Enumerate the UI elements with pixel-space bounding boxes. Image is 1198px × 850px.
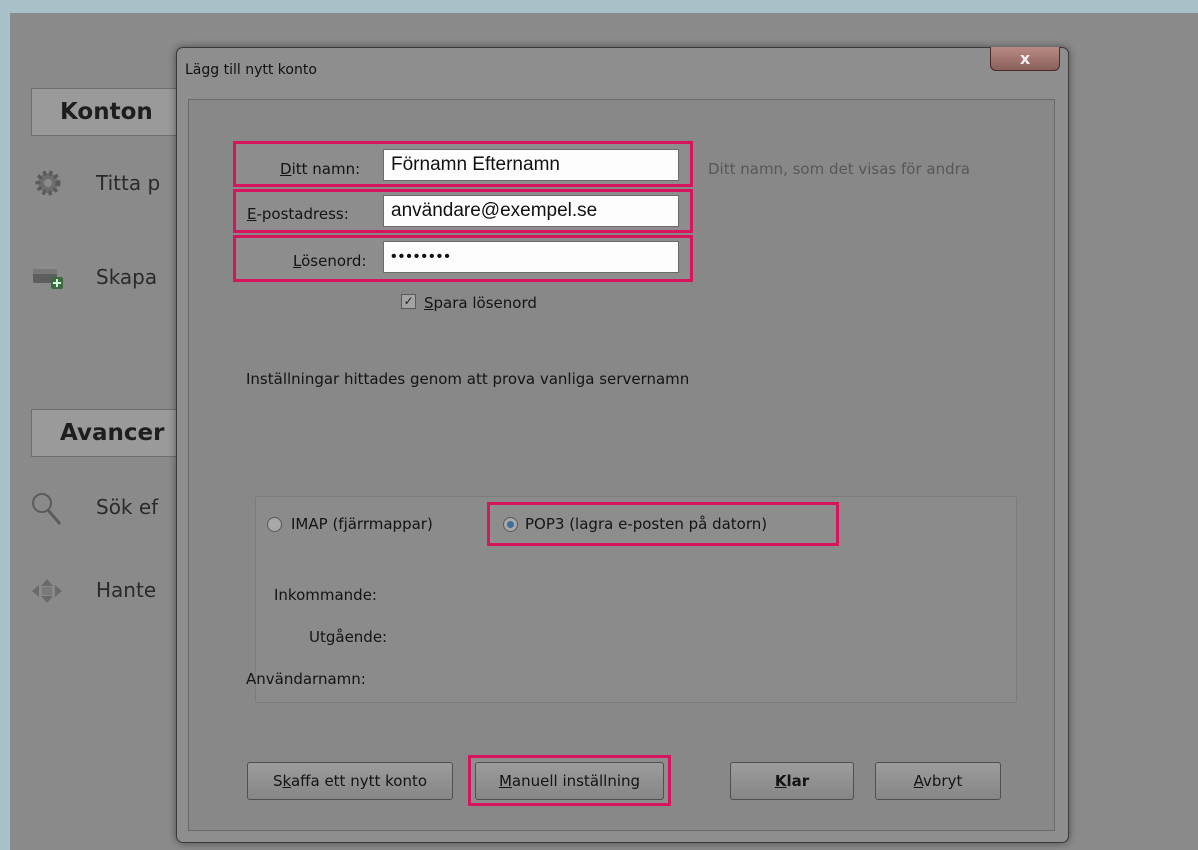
access-key: S [424,294,434,312]
label-part: lar [786,772,810,790]
bg-item-create[interactable]: Skapa [96,265,157,289]
new-account-button[interactable]: Skaffa ett nytt konto [247,762,453,800]
name-hint: Ditt namn, som det visas för andra [708,160,970,178]
access-key: L [293,252,302,270]
label-part: affa ett nytt konto [290,772,428,790]
access-key: M [498,772,512,790]
dialog-title: Lägg till nytt konto [185,62,317,78]
imap-radio[interactable] [267,517,282,532]
outgoing-label: Utgående: [309,628,388,646]
add-account-dialog: Lägg till nytt konto x Ditt namn: Förnam… [176,47,1069,843]
username-label: Användarnamn: [246,670,366,688]
cancel-button[interactable]: Avbryt [875,762,1001,800]
label-part: para lösenord [433,294,537,312]
checkmark-icon: ✓ [403,294,414,308]
bg-item-manage[interactable]: Hante [96,578,156,602]
manual-setup-button[interactable]: Manuell inställning [475,762,664,800]
save-password-label[interactable]: Spara lösenord [424,294,537,312]
search-icon[interactable] [30,491,62,527]
done-button[interactable]: Klar [730,762,854,800]
label-part: anuell inställning [511,772,641,790]
pop3-label[interactable]: POP3 (lagra e-posten på datorn) [525,515,767,533]
gear-icon[interactable] [33,168,63,198]
label-part: itt namn: [291,160,361,178]
dialog-body: Ditt namn: Förnamn Efternamn Ditt namn, … [188,99,1055,831]
imap-label[interactable]: IMAP (fjärrmappar) [291,515,433,533]
email-label: E-postadress: [247,205,349,223]
name-field[interactable]: Förnamn Efternamn [383,149,679,181]
close-button[interactable]: x [990,47,1060,71]
email-field[interactable]: användare@exempel.se [383,195,679,227]
status-text: Inställningar hittades genom att prova v… [246,370,690,388]
pop3-radio[interactable] [503,517,518,532]
move-icon[interactable] [30,577,64,605]
incoming-label: Inkommande: [274,586,377,604]
app-window: Konton Titta p Skapa Avancer Sök ef Hant… [10,13,1198,850]
access-key: K [774,772,787,790]
section-title: Avancer [60,420,165,446]
access-key: k [282,772,291,790]
label-part: -postadress: [256,205,349,223]
section-title: Konton [60,99,153,125]
drive-add-icon[interactable] [31,265,65,291]
label-part: vbryt [923,772,963,790]
save-password-checkbox[interactable]: ✓ [401,294,416,309]
bg-item-search[interactable]: Sök ef [96,495,158,519]
access-key: D [280,160,292,178]
label-part: ösenord: [301,252,367,270]
bg-item-view[interactable]: Titta p [96,171,160,195]
password-label: Lösenord: [293,252,366,270]
name-label: Ditt namn: [280,160,360,178]
close-icon: x [1019,49,1031,68]
label-part: S [272,772,283,790]
password-field[interactable]: •••••••• [383,241,679,273]
access-key: A [913,772,924,790]
